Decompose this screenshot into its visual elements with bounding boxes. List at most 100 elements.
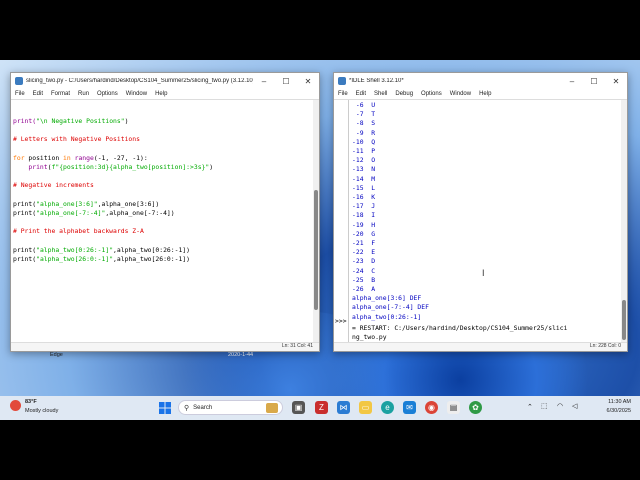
maximize-icon[interactable]: ☐ (275, 73, 297, 89)
shell-restart-line-1: = RESTART: C:/Users/hardind/Desktop/CS10… (352, 324, 568, 332)
app-red-icon[interactable]: Z (315, 401, 328, 414)
desktop-icon-label[interactable]: Edge (50, 352, 63, 358)
code-line: # Letters with Negative Positions (13, 135, 140, 144)
weather-temp[interactable]: 83°F (25, 399, 37, 405)
chrome-icon[interactable]: ◉ (425, 401, 438, 414)
shell-output-row: -23 D (352, 257, 376, 266)
search-icon: ⚲ (184, 404, 190, 412)
code-line: print(f"{position:3d}{alpha_two[position… (28, 163, 214, 172)
clock-date[interactable]: 6/30/2025 (587, 408, 631, 414)
volume-icon[interactable]: ◁ (572, 402, 577, 410)
code-line: print("\n Negative Positions") (13, 117, 129, 125)
shell-scroll-thumb[interactable] (622, 300, 626, 340)
clock-time[interactable]: 11:30 AM (587, 399, 631, 405)
editor-window[interactable]: slicing_two.py - C:/Users/hardind/Deskto… (10, 72, 320, 352)
wifi-icon[interactable]: ◠ (557, 402, 563, 410)
shell-output-row: -7 T (352, 110, 376, 119)
shell-status: Ln: 228 Col: 0 (334, 342, 627, 351)
editor-menubar: File Edit Format Run Options Window Help (11, 89, 319, 100)
python-shell-icon (338, 77, 346, 85)
shell-menubar: File Edit Shell Debug Options Window Help (334, 89, 627, 100)
shell-output-row: -19 H (352, 220, 376, 229)
shell-output[interactable]: -6 U -7 T -8 S -9 R -10 Q -11 P -12 O -13 N-… (352, 101, 429, 322)
editor-scroll-thumb[interactable] (314, 190, 318, 310)
shell-output-row: -22 E (352, 248, 376, 257)
shell-menu-file[interactable]: File (338, 91, 348, 97)
code-line: print("alpha_two[26:0:-1]",alpha_two[26:… (13, 255, 190, 264)
editor-menu-window[interactable]: Window (126, 91, 147, 97)
idle-icon[interactable]: ✿ (469, 401, 482, 414)
editor-code-area[interactable]: print("\n Negative Positions") # Letters… (13, 117, 213, 264)
vscode-icon[interactable]: ⋈ (337, 401, 350, 414)
file-explorer-icon[interactable]: ▭ (359, 401, 372, 414)
code-line: for position in range(-1, -27, -1): (13, 153, 148, 162)
desktop-date-label: 2020-1-44 (228, 352, 254, 358)
start-icon[interactable] (158, 401, 171, 414)
shell-output-row: -24 C (352, 266, 376, 275)
shell-output-row: -16 K (352, 193, 376, 202)
shell-result-row: alpha_two[0:26:-1] (352, 312, 422, 321)
search-box[interactable]: ⚲ Search (178, 400, 283, 415)
code-line: print("alpha_two[0:26:-1]",alpha_two[0:2… (13, 245, 190, 254)
shell-menu-help[interactable]: Help (479, 91, 491, 97)
maximize-icon[interactable]: ☐ (583, 73, 605, 89)
notepad-icon[interactable]: ▤ (447, 401, 460, 414)
shell-output-row: -17 J (352, 202, 376, 211)
weather-icon[interactable] (10, 400, 21, 411)
shell-output-row: -13 N (352, 165, 376, 174)
minimize-icon[interactable]: – (561, 73, 583, 89)
shell-output-row: -15 L (352, 183, 376, 192)
task-view-icon[interactable]: ▣ (292, 401, 305, 414)
search-placeholder: Search (193, 404, 213, 411)
close-icon[interactable]: ✕ (605, 73, 627, 89)
shell-titlebar[interactable]: *IDLE Shell 3.12.10* – ☐ ✕ (334, 73, 627, 89)
shell-menu-edit[interactable]: Edit (356, 91, 366, 97)
editor-menu-format[interactable]: Format (51, 91, 70, 97)
shell-output-row: -25 B (352, 275, 376, 284)
shell-window[interactable]: *IDLE Shell 3.12.10* – ☐ ✕ File Edit Shell… (333, 72, 628, 352)
shell-restart-line-2: ng_two.py (352, 333, 387, 341)
taskbar: 83°F Mostly cloudy ⚲ Search ▣ Z ⋈ ▭ e ✉ … (0, 396, 640, 420)
code-line: print("alpha_one[3:6]",alpha_one[3:6]) (13, 199, 160, 208)
shell-menu-window[interactable]: Window (450, 91, 471, 97)
shell-output-row: -26 A (352, 285, 376, 294)
editor-titlebar[interactable]: slicing_two.py - C:/Users/hardind/Deskto… (11, 73, 319, 89)
shell-menu-options[interactable]: Options (421, 91, 442, 97)
shell-output-row: -8 S (352, 119, 376, 128)
outlook-icon[interactable]: ✉ (403, 401, 416, 414)
chevron-up-icon[interactable]: ⌃ (527, 403, 533, 411)
editor-status: Ln: 31 Col: 41 (11, 342, 319, 351)
shell-result-row: alpha_one[3:6] DEF (352, 294, 422, 303)
network-icon[interactable]: ⬚ (541, 402, 548, 410)
shell-gutter (348, 100, 349, 343)
editor-menu-help[interactable]: Help (155, 91, 167, 97)
weather-desc[interactable]: Mostly cloudy (25, 408, 58, 414)
shell-output-row: -20 G (352, 229, 376, 238)
editor-menu-edit[interactable]: Edit (33, 91, 43, 97)
shell-output-row: -9 R (352, 128, 376, 137)
editor-menu-run[interactable]: Run (78, 91, 89, 97)
search-highlight-icon (266, 403, 278, 413)
shell-menu-shell[interactable]: Shell (374, 91, 387, 97)
editor-menu-file[interactable]: File (15, 91, 25, 97)
editor-menu-options[interactable]: Options (97, 91, 118, 97)
editor-title: slicing_two.py - C:/Users/hardind/Deskto… (26, 78, 253, 84)
shell-prompt: >>> (335, 317, 347, 325)
shell-output-row: -18 I (352, 211, 376, 220)
shell-output-row: -10 Q (352, 137, 376, 146)
shell-menu-debug[interactable]: Debug (395, 91, 413, 97)
shell-scrollbar[interactable] (621, 100, 627, 343)
editor-scrollbar[interactable] (313, 100, 319, 343)
close-icon[interactable]: ✕ (297, 73, 319, 89)
shell-output-row: -21 F (352, 239, 376, 248)
edge-icon[interactable]: e (381, 401, 394, 414)
minimize-icon[interactable]: – (253, 73, 275, 89)
text-cursor-icon: I (482, 268, 485, 278)
shell-title: *IDLE Shell 3.12.10* (349, 78, 404, 84)
shell-output-row: -12 O (352, 156, 376, 165)
